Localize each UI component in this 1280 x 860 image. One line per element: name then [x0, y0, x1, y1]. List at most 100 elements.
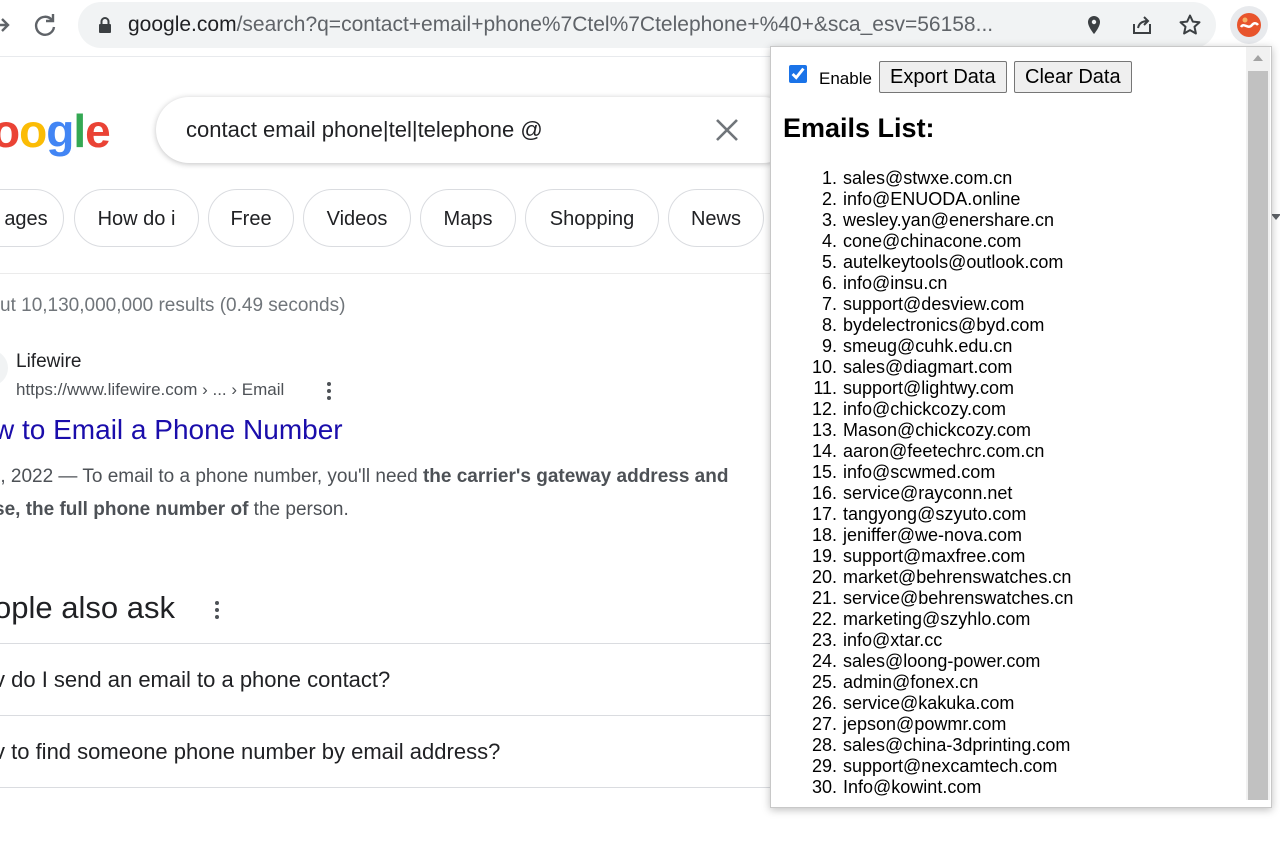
email-address: sales@diagmart.com [843, 357, 1013, 377]
email-index: 22. [811, 609, 837, 629]
snippet-text: the person. [248, 499, 349, 520]
email-index: 16. [811, 483, 837, 503]
bookmark-star-icon[interactable] [1178, 13, 1202, 37]
scroll-up-icon[interactable] [1253, 55, 1263, 61]
email-index: 28. [811, 735, 837, 755]
more-options-icon[interactable] [326, 382, 332, 404]
reload-icon[interactable] [30, 10, 60, 40]
email-index: 25. [811, 672, 837, 692]
chip-label: ages [4, 208, 48, 230]
email-address: sales@loong-power.com [843, 651, 1041, 671]
url-text[interactable]: google.com/search?q=contact+email+phone%… [128, 2, 1068, 48]
email-index: 24. [811, 651, 837, 671]
extension-button[interactable] [1230, 6, 1268, 44]
email-address: tangyong@szyuto.com [843, 504, 1027, 524]
email-index: 30. [811, 777, 837, 797]
email-address: service@kakuka.com [843, 693, 1015, 713]
email-address: jeniffer@we-nova.com [843, 525, 1023, 545]
results-divider [0, 273, 780, 274]
chip-news[interactable]: News [668, 189, 764, 247]
email-address: support@lightwy.com [843, 378, 1014, 398]
lock-icon[interactable] [96, 16, 114, 34]
clear-data-button[interactable]: Clear Data [1014, 61, 1132, 93]
address-bar[interactable]: google.com/search?q=contact+email+phone%… [78, 2, 1216, 48]
chip-label: Videos [326, 208, 388, 230]
paa-question[interactable]: v to find someone phone number by email … [0, 715, 780, 788]
search-input[interactable]: contact email phone|tel|telephone @ [186, 97, 543, 163]
email-address: wesley.yan@enershare.cn [843, 210, 1055, 230]
email-index: 1. [821, 168, 837, 188]
result-title-link[interactable]: w to Email a Phone Number [0, 414, 343, 446]
clear-search-icon[interactable] [714, 117, 740, 143]
email-address: info@ENUODA.online [843, 189, 1021, 209]
site-favicon[interactable] [0, 350, 8, 386]
enable-label[interactable]: Enable [819, 69, 872, 89]
email-address: sales@china-3dprinting.com [843, 735, 1071, 755]
email-address: Mason@chickcozy.com [843, 420, 1031, 440]
extension-popup: Enable Export Data Clear Data Emails Lis… [770, 46, 1272, 808]
email-address: info@xtar.cc [843, 630, 943, 650]
emails-list-heading: Emails List: [783, 113, 935, 143]
email-index: 21. [811, 588, 837, 608]
chip-free[interactable]: Free [208, 189, 294, 247]
chip-label: Maps [443, 208, 493, 230]
location-pin-icon[interactable] [1082, 13, 1106, 37]
email-address: Info@kowint.com [843, 777, 982, 797]
email-address: service@behrenswatches.cn [843, 588, 1074, 608]
email-address: jepson@powmr.com [843, 714, 1007, 734]
google-logo[interactable]: oogle [0, 104, 111, 158]
paa-question[interactable]: v do I send an email to a phone contact? [0, 643, 780, 716]
result-site-name[interactable]: Lifewire [16, 351, 81, 373]
email-index: 19. [811, 546, 837, 566]
snippet-text: ), 2022 — To email to a phone number, yo… [0, 466, 423, 487]
enable-checkbox[interactable] [789, 65, 807, 83]
email-address: bydelectronics@byd.com [843, 315, 1045, 335]
email-index: 12. [811, 399, 837, 419]
email-address: smeug@cuhk.edu.cn [843, 336, 1013, 356]
email-index: 29. [811, 756, 837, 776]
url-path: /search?q=contact+email+phone%7Ctel%7Cte… [236, 13, 994, 36]
email-index: 27. [811, 714, 837, 734]
chip-images[interactable]: ages [0, 189, 64, 247]
chip-how-do-i[interactable]: How do i [74, 189, 199, 247]
search-box[interactable]: contact email phone|tel|telephone @ [156, 97, 796, 163]
more-options-icon[interactable] [214, 601, 220, 623]
email-index: 4. [821, 231, 837, 251]
browser-toolbar: google.com/search?q=contact+email+phone%… [0, 0, 1280, 50]
chip-label: Shopping [549, 208, 635, 230]
chip-maps[interactable]: Maps [420, 189, 516, 247]
email-address: admin@fonex.cn [843, 672, 979, 692]
email-index: 15. [811, 462, 837, 482]
email-index: 5. [821, 252, 837, 272]
chip-shopping[interactable]: Shopping [525, 189, 659, 247]
email-index: 7. [821, 294, 837, 314]
snippet-bold: the carrier's gateway address and [422, 466, 729, 487]
email-index: 10. [811, 357, 837, 377]
popup-scrollbar[interactable] [1246, 47, 1270, 800]
scrollbar-thumb[interactable] [1248, 71, 1268, 800]
snippet-bold: se, the full phone number of [0, 499, 249, 520]
email-index: 6. [821, 273, 837, 293]
toolbar-divider [0, 56, 780, 57]
chip-label: How do i [97, 208, 176, 230]
email-index: 11. [813, 378, 837, 398]
email-index: 9. [821, 336, 837, 356]
share-icon[interactable] [1130, 13, 1154, 37]
paa-question-text: v do I send an email to a phone contact? [0, 667, 391, 692]
export-data-button[interactable]: Export Data [879, 61, 1007, 93]
url-domain: google.com [128, 13, 237, 36]
email-address: market@behrenswatches.cn [843, 567, 1072, 587]
email-index: 17. [811, 504, 837, 524]
email-index: 18. [811, 525, 837, 545]
email-index: 23. [811, 630, 837, 650]
result-site-url[interactable]: https://www.lifewire.com › ... › Email [16, 380, 284, 400]
forward-icon[interactable] [0, 10, 14, 40]
caret-down-icon [1271, 214, 1280, 220]
result-snippet: ), 2022 — To email to a phone number, yo… [0, 460, 784, 526]
chip-videos[interactable]: Videos [303, 189, 411, 247]
email-index: 8. [821, 315, 837, 335]
email-address: info@scwmed.com [843, 462, 996, 482]
chip-label: News [690, 208, 741, 230]
chip-label: Free [230, 208, 272, 230]
paa-question[interactable] [0, 787, 780, 860]
